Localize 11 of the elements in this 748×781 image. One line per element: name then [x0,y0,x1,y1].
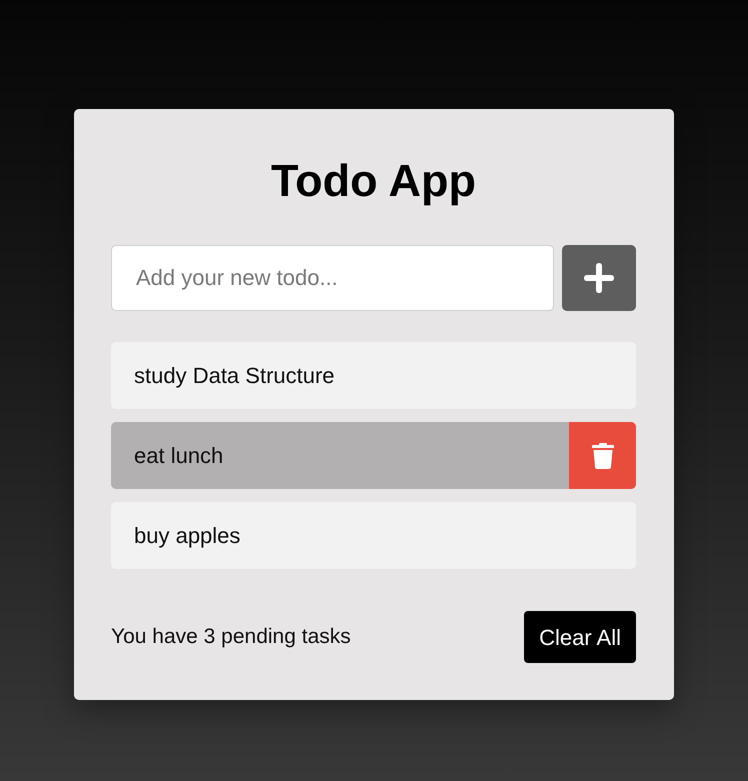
add-button[interactable] [562,245,636,311]
pending-tasks-text: You have 3 pending tasks [111,624,351,650]
todo-input-field[interactable]: Add your new todo... [111,245,554,311]
delete-button[interactable] [569,422,636,489]
trash-icon [592,442,614,468]
app-title: Todo App [270,154,477,208]
todo-text: study Data Structure [133,362,336,390]
todo-text: eat lunch [133,442,224,470]
plus-icon [584,263,614,293]
todo-text: buy apples [133,522,242,550]
clear-all-button[interactable]: Clear All [524,611,636,663]
